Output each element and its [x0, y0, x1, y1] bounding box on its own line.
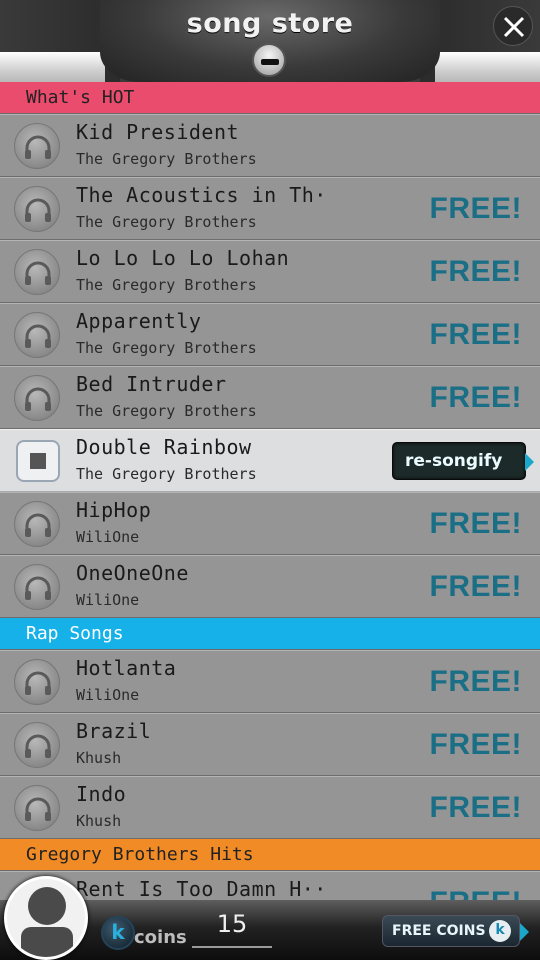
- song-title: OneOneOne: [76, 561, 189, 585]
- song-title: Indo: [76, 782, 127, 806]
- song-artist: WiliOne: [76, 591, 140, 609]
- song-row[interactable]: Lo Lo Lo Lo Lohan The Gregory Brothers FRE…: [0, 240, 540, 303]
- free-coins-label: FREE COINS: [392, 923, 486, 939]
- preview-button[interactable]: [14, 375, 60, 421]
- song-artist: The Gregory Brothers: [76, 213, 257, 231]
- preview-button[interactable]: [14, 312, 60, 358]
- song-title: Rent Is Too Damn H···: [76, 877, 326, 901]
- price-button[interactable]: FREE!: [430, 728, 523, 762]
- song-row[interactable]: OneOneOne WiliOne FREE!: [0, 555, 540, 618]
- song-row[interactable]: Indo Khush FREE!: [0, 776, 540, 839]
- avatar[interactable]: [4, 876, 88, 960]
- mascot-icon: [252, 43, 286, 77]
- song-row[interactable]: Apparently The Gregory Brothers FREE!: [0, 303, 540, 366]
- section-header: Gregory Brothers Hits: [0, 839, 540, 871]
- arrow-right-icon: [525, 453, 534, 471]
- price-button[interactable]: FREE!: [430, 507, 523, 541]
- song-artist: WiliOne: [76, 528, 140, 546]
- song-title: Lo Lo Lo Lo Lohan: [76, 246, 290, 270]
- song-artist: The Gregory Brothers: [76, 465, 257, 483]
- song-title: Bed Intruder: [76, 372, 227, 396]
- song-row[interactable]: Brazil Khush FREE!: [0, 713, 540, 776]
- header-left-bevel: [0, 52, 105, 82]
- song-title: Brazil: [76, 719, 152, 743]
- header-right-bevel: [435, 52, 540, 82]
- resongify-label: re-songify: [405, 451, 503, 471]
- song-row[interactable]: Hotlanta WiliOne FREE!: [0, 650, 540, 713]
- song-row[interactable]: Bed Intruder The Gregory Brothers FREE!: [0, 366, 540, 429]
- preview-button[interactable]: [14, 249, 60, 295]
- price-button[interactable]: FREE!: [430, 665, 523, 699]
- preview-button[interactable]: [14, 186, 60, 232]
- price-button[interactable]: FREE!: [430, 255, 523, 289]
- coins-underline: [192, 946, 272, 948]
- coin-icon: k: [101, 916, 135, 950]
- avatar-body-icon: [21, 927, 73, 957]
- resongify-button[interactable]: re-songify: [392, 442, 534, 480]
- close-button[interactable]: [493, 6, 533, 46]
- coin-small-icon: k: [489, 920, 511, 942]
- song-title: Double Rainbow: [76, 435, 252, 459]
- song-list[interactable]: What's HOT Kid President The Gregory Broth…: [0, 82, 540, 934]
- price-button[interactable]: FREE!: [430, 192, 523, 226]
- page-title: song store: [186, 8, 354, 39]
- song-row[interactable]: Kid President The Gregory Brothers: [0, 114, 540, 177]
- coins-label: coins: [134, 927, 187, 948]
- price-button[interactable]: FREE!: [430, 381, 523, 415]
- song-title: HipHop: [76, 498, 152, 522]
- stop-button[interactable]: [16, 440, 60, 482]
- price-button[interactable]: FREE!: [430, 791, 523, 825]
- preview-button[interactable]: [14, 123, 60, 169]
- preview-button[interactable]: [14, 564, 60, 610]
- section-header: Rap Songs: [0, 618, 540, 650]
- header-bar: song store: [0, 0, 540, 82]
- song-artist: WiliOne: [76, 686, 140, 704]
- coins-balance: 15: [216, 910, 248, 938]
- song-artist: The Gregory Brothers: [76, 402, 257, 420]
- song-row[interactable]: Double Rainbow The Gregory Brothers re-son…: [0, 429, 540, 492]
- price-button[interactable]: FREE!: [430, 570, 523, 604]
- song-artist: Khush: [76, 812, 122, 830]
- arrow-right-icon: [520, 923, 529, 941]
- section-header: What's HOT: [0, 82, 540, 114]
- close-icon: [503, 16, 525, 38]
- song-artist: The Gregory Brothers: [76, 339, 257, 357]
- price-button[interactable]: FREE!: [430, 318, 523, 352]
- avatar-head-icon: [28, 887, 66, 925]
- preview-button[interactable]: [14, 785, 60, 831]
- song-row[interactable]: The Acoustics in Th··· The Gregory Brothe…: [0, 177, 540, 240]
- song-artist: The Gregory Brothers: [76, 276, 257, 294]
- song-artist: Khush: [76, 749, 122, 767]
- free-coins-button[interactable]: FREE COINS k: [382, 915, 529, 947]
- song-title: The Acoustics in Th···: [76, 183, 326, 207]
- song-title: Kid President: [76, 120, 240, 144]
- preview-button[interactable]: [14, 722, 60, 768]
- song-row[interactable]: HipHop WiliOne FREE!: [0, 492, 540, 555]
- stop-icon: [30, 453, 46, 469]
- preview-button[interactable]: [14, 659, 60, 705]
- preview-button[interactable]: [14, 501, 60, 547]
- song-title: Hotlanta: [76, 656, 177, 680]
- song-artist: The Gregory Brothers: [76, 150, 257, 168]
- song-title: Apparently: [76, 309, 202, 333]
